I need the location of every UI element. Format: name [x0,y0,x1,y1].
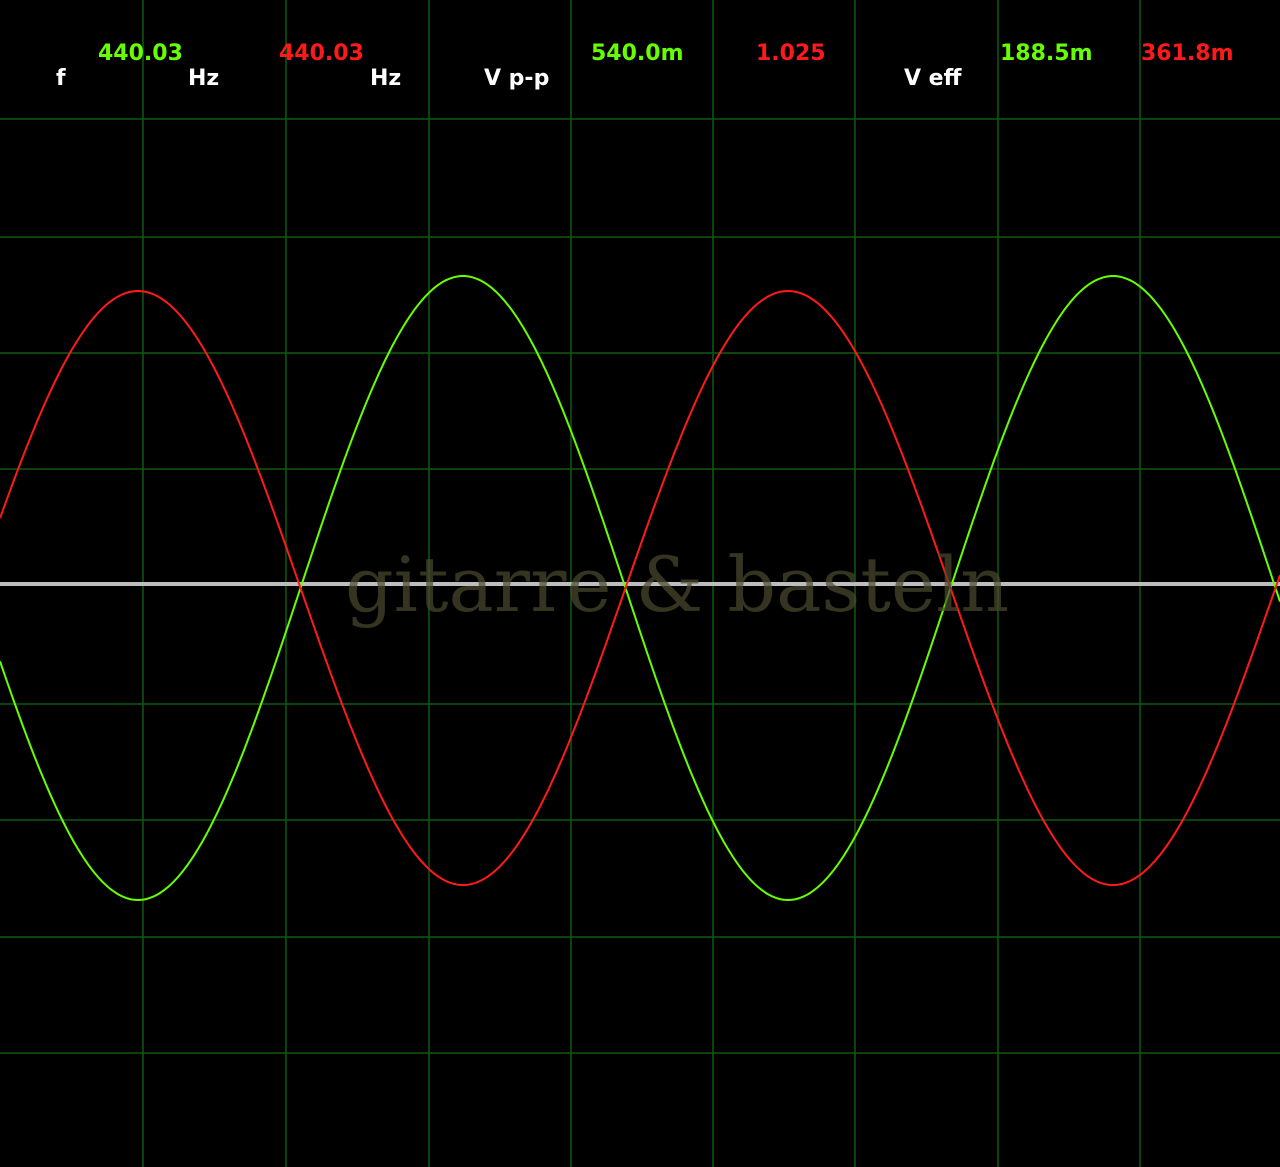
scope-plot [0,0,1280,1167]
channel-1-trace [0,275,1280,902]
ch2-veff-value: 361.8m [1141,41,1234,66]
frequency-label: f [56,66,66,91]
oscilloscope-screen: f 440.03 Hz 440.03 Hz V p-p 540.0m 1.025… [0,0,1280,1167]
ch1-vpp-value: 540.0m [591,41,684,66]
channel-2-trace [0,289,1280,886]
ch1-veff-value: 188.5m [1000,41,1093,66]
ch2-frequency-value: 440.03 [279,41,364,66]
ch1-frequency-value: 440.03 [98,41,183,66]
ch2-frequency-unit: Hz [370,66,402,91]
ch1-frequency-unit: Hz [188,66,220,91]
veff-label: V eff [904,66,962,91]
ch2-vpp-value: 1.025 [756,41,826,66]
vpp-label: V p-p [484,66,550,91]
